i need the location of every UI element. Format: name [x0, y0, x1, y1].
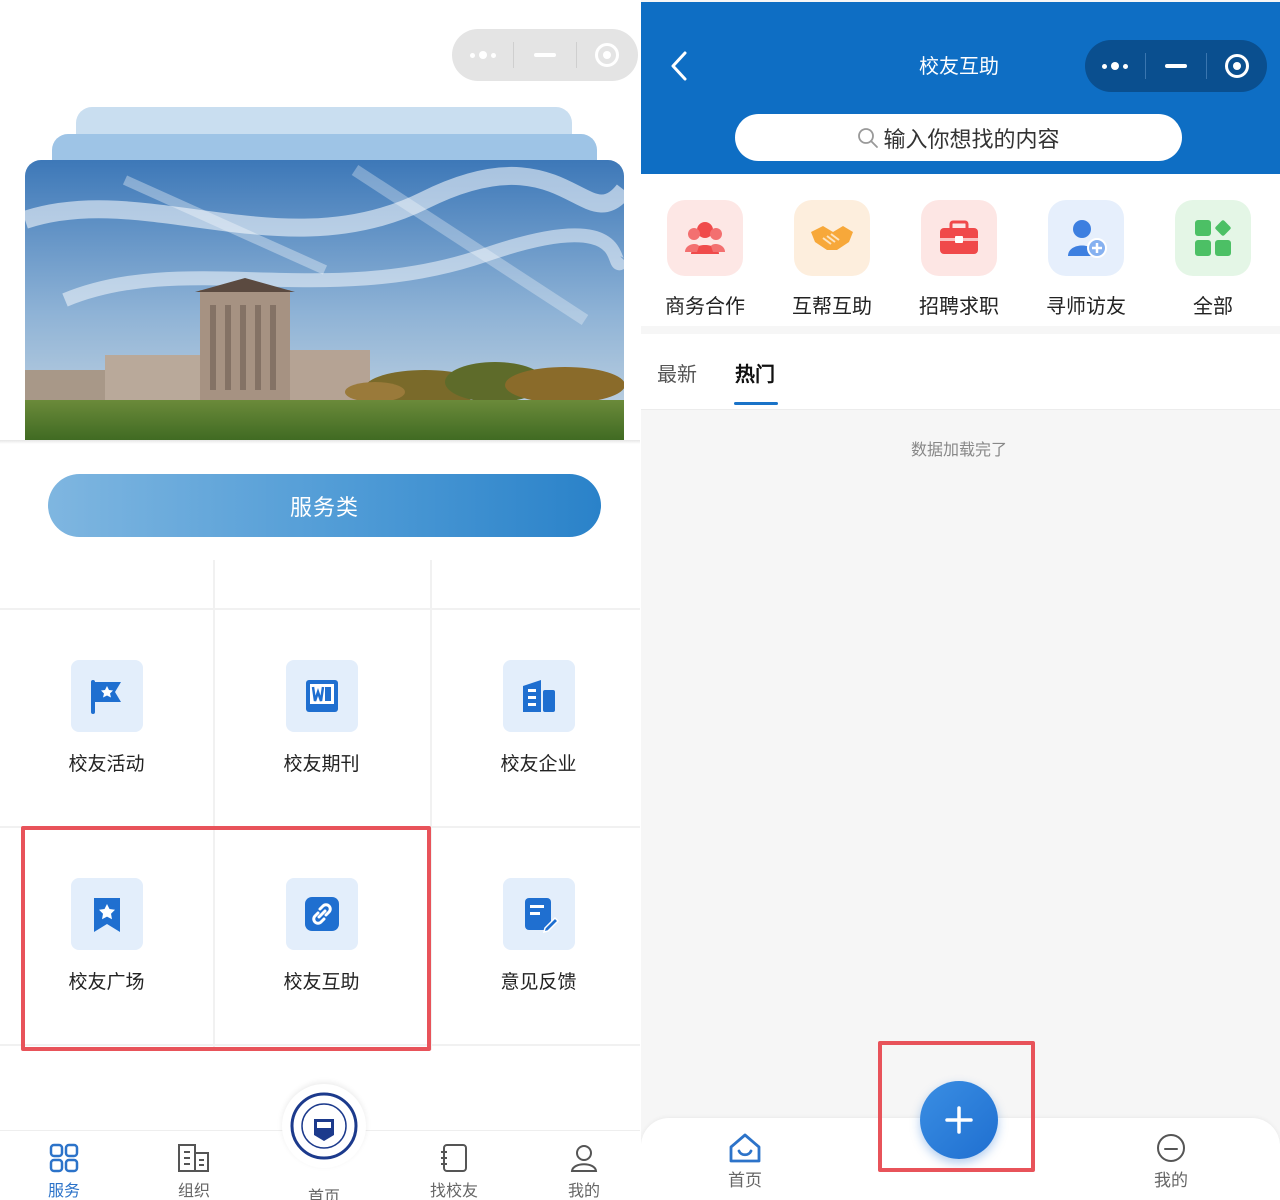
grid-item-alumni-enterprise[interactable]: 校友企业 — [432, 660, 640, 876]
more-button[interactable] — [1085, 40, 1145, 92]
tab-label: 首页 — [307, 1187, 340, 1200]
university-emblem-icon[interactable] — [282, 1084, 366, 1168]
briefcase-icon — [921, 200, 997, 276]
grid-item-feedback[interactable]: 意见反馈 — [432, 878, 640, 1094]
mini-program-capsule — [452, 29, 638, 81]
category-label: 商务合作 — [665, 294, 745, 318]
tab-label: 首页 — [728, 1171, 762, 1191]
campus-banner-image[interactable] — [25, 160, 624, 441]
highlight-box — [878, 1041, 1035, 1172]
tab-label: 我的 — [567, 1181, 600, 1200]
category-label: 招聘求职 — [919, 294, 999, 318]
minimize-icon — [534, 53, 556, 57]
tab-popular[interactable]: 热门 — [735, 358, 775, 387]
more-dots-icon — [1102, 62, 1128, 70]
grid-icon — [49, 1143, 79, 1173]
people-icon — [667, 200, 743, 276]
sort-tabs: 最新 热门 — [641, 334, 1280, 410]
handshake-icon — [794, 200, 870, 276]
tab-label: 服务 — [47, 1181, 80, 1200]
more-dots-icon — [469, 51, 496, 59]
category-find-mentor[interactable]: 寻师访友 — [1022, 200, 1150, 319]
minimize-button[interactable] — [1146, 40, 1206, 92]
mutual-aid-screen: 校友互助 输入你想找的内容 商务合作 互帮互助 招聘求职 寻师访友 全部 最新 … — [641, 0, 1280, 1200]
tab-mine[interactable]: 我的 — [1131, 1132, 1211, 1191]
minimize-button[interactable] — [514, 29, 575, 81]
tab-home[interactable]: 首页 — [284, 1179, 364, 1200]
flag-icon — [70, 660, 143, 732]
profile-icon — [1157, 1134, 1185, 1162]
close-miniprogram-button[interactable] — [1207, 40, 1267, 92]
tab-mine[interactable]: 我的 — [544, 1143, 624, 1200]
target-icon — [595, 43, 620, 67]
grid-item-label: 校友活动 — [68, 753, 145, 775]
category-business-cooperation[interactable]: 商务合作 — [641, 200, 769, 319]
highlight-box — [21, 826, 431, 1051]
more-button[interactable] — [452, 29, 513, 81]
search-icon — [858, 127, 879, 148]
search-input[interactable]: 输入你想找的内容 — [735, 114, 1182, 161]
category-label: 寻师访友 — [1046, 294, 1126, 318]
mini-program-capsule — [1085, 40, 1267, 92]
tab-label: 找校友 — [429, 1181, 478, 1200]
minimize-icon — [1165, 64, 1187, 68]
page-header: 校友互助 输入你想找的内容 — [641, 2, 1280, 174]
tab-label: 我的 — [1154, 1171, 1188, 1191]
category-all[interactable]: 全部 — [1149, 200, 1277, 319]
category-label: 全部 — [1193, 294, 1233, 318]
add-user-icon — [1048, 200, 1124, 276]
apps-icon — [1175, 200, 1251, 276]
tab-organization[interactable]: 组织 — [154, 1143, 234, 1200]
target-icon — [1225, 54, 1249, 78]
grid-item-label: 意见反馈 — [500, 971, 577, 993]
home-icon — [729, 1133, 761, 1163]
loaded-status-text: 数据加载完了 — [910, 440, 1007, 459]
category-label: 互帮互助 — [792, 294, 872, 318]
tab-latest[interactable]: 最新 — [657, 358, 697, 387]
tab-service[interactable]: 服务 — [24, 1143, 104, 1200]
tab-home[interactable]: 首页 — [705, 1132, 785, 1191]
service-screen: 服务类 校友活动 校友期刊 校友企业 校友广场 校友互助 意见反馈 服务 组织 … — [0, 0, 640, 1200]
grid-item-label: 校友期刊 — [283, 753, 360, 775]
active-tab-indicator — [734, 402, 778, 405]
building-icon — [502, 660, 575, 732]
journal-icon — [285, 660, 358, 732]
feedback-icon — [502, 878, 575, 950]
tab-label: 组织 — [177, 1181, 210, 1200]
category-mutual-help[interactable]: 互帮互助 — [768, 200, 896, 319]
notebook-icon — [441, 1144, 467, 1172]
user-icon — [570, 1145, 598, 1172]
grid-item-label: 校友企业 — [500, 753, 577, 775]
category-row: 商务合作 互帮互助 招聘求职 寻师访友 全部 — [641, 174, 1280, 326]
search-placeholder: 输入你想找的内容 — [883, 127, 1060, 153]
category-recruitment[interactable]: 招聘求职 — [895, 200, 1023, 319]
close-miniprogram-button[interactable] — [577, 29, 638, 81]
service-category-title: 服务类 — [48, 474, 601, 537]
tab-find-alumni[interactable]: 找校友 — [414, 1143, 494, 1200]
org-building-icon — [178, 1144, 209, 1172]
